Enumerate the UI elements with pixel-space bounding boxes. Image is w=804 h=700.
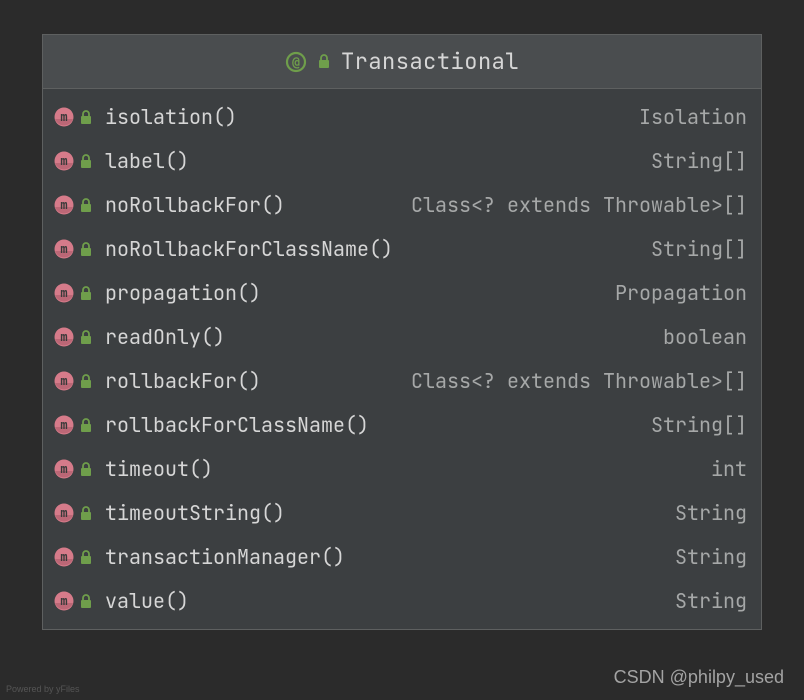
- method-icon: m: [53, 282, 75, 304]
- method-icons: m: [53, 106, 105, 128]
- method-icons: m: [53, 194, 105, 216]
- method-icons: m: [53, 590, 105, 612]
- lock-icon: [79, 198, 93, 213]
- method-row[interactable]: m rollbackForClassName() String[]: [43, 403, 761, 447]
- lock-icon: [79, 550, 93, 565]
- method-icon: m: [53, 414, 75, 436]
- return-type: String: [663, 588, 747, 614]
- svg-text:m: m: [60, 242, 67, 256]
- lock-icon: [79, 154, 93, 169]
- return-type: String[]: [639, 148, 747, 174]
- method-name: noRollbackForClassName(): [105, 236, 393, 262]
- svg-text:m: m: [60, 154, 67, 168]
- method-name: propagation(): [105, 280, 261, 306]
- method-row[interactable]: m transactionManager() String: [43, 535, 761, 579]
- svg-text:m: m: [60, 594, 67, 608]
- method-icon: m: [53, 458, 75, 480]
- method-icons: m: [53, 238, 105, 260]
- return-type: Isolation: [627, 104, 747, 130]
- method-icon: m: [53, 370, 75, 392]
- method-icons: m: [53, 546, 105, 568]
- method-row[interactable]: m noRollbackFor() Class<? extends Throwab…: [43, 183, 761, 227]
- method-name: timeoutString(): [105, 500, 285, 526]
- return-type: String[]: [639, 236, 747, 262]
- svg-text:m: m: [60, 462, 67, 476]
- lock-icon: [79, 330, 93, 345]
- lock-icon: [79, 110, 93, 125]
- method-icons: m: [53, 370, 105, 392]
- method-list: m isolation() Isolation m label() String[]…: [43, 89, 761, 629]
- lock-icon: [79, 594, 93, 609]
- svg-text:@: @: [292, 55, 300, 70]
- method-icon: m: [53, 106, 75, 128]
- method-icons: m: [53, 282, 105, 304]
- method-name: readOnly(): [105, 324, 225, 350]
- method-row[interactable]: m noRollbackForClassName() String[]: [43, 227, 761, 271]
- method-icons: m: [53, 414, 105, 436]
- method-icon: m: [53, 502, 75, 524]
- method-row[interactable]: m readOnly() boolean: [43, 315, 761, 359]
- method-row[interactable]: m isolation() Isolation: [43, 95, 761, 139]
- svg-text:m: m: [60, 330, 67, 344]
- method-icon: m: [53, 150, 75, 172]
- method-icons: m: [53, 150, 105, 172]
- method-icons: m: [53, 458, 105, 480]
- method-row[interactable]: m timeoutString() String: [43, 491, 761, 535]
- powered-by-label: Powered by yFiles: [6, 684, 80, 694]
- method-icons: m: [53, 502, 105, 524]
- lock-icon: [79, 462, 93, 477]
- method-row[interactable]: m timeout() int: [43, 447, 761, 491]
- return-type: Class<? extends Throwable>[]: [399, 192, 747, 218]
- panel-header: @ Transactional: [43, 35, 761, 89]
- svg-text:m: m: [60, 418, 67, 432]
- method-name: value(): [105, 588, 189, 614]
- svg-text:m: m: [60, 506, 67, 520]
- return-type: Class<? extends Throwable>[]: [399, 368, 747, 394]
- method-icon: m: [53, 194, 75, 216]
- return-type: Propagation: [603, 280, 747, 306]
- method-name: transactionManager(): [105, 544, 345, 570]
- method-name: label(): [105, 148, 189, 174]
- return-type: boolean: [651, 324, 747, 350]
- class-title: Transactional: [341, 47, 519, 76]
- annotation-icon: @: [285, 51, 307, 73]
- method-row[interactable]: m value() String: [43, 579, 761, 623]
- method-icon: m: [53, 326, 75, 348]
- method-name: rollbackFor(): [105, 368, 261, 394]
- method-name: noRollbackFor(): [105, 192, 285, 218]
- return-type: String: [663, 544, 747, 570]
- method-icons: m: [53, 326, 105, 348]
- method-icon: m: [53, 546, 75, 568]
- return-type: String[]: [639, 412, 747, 438]
- lock-icon: [79, 286, 93, 301]
- watermark-label: CSDN @philpy_used: [614, 667, 784, 688]
- svg-text:m: m: [60, 198, 67, 212]
- method-name: isolation(): [105, 104, 237, 130]
- lock-icon: [79, 242, 93, 257]
- svg-text:m: m: [60, 286, 67, 300]
- method-icon: m: [53, 590, 75, 612]
- lock-icon: [317, 54, 331, 69]
- method-name: rollbackForClassName(): [105, 412, 369, 438]
- class-diagram-panel: @ Transactional m isolation() Isolation m…: [42, 34, 762, 630]
- method-row[interactable]: m propagation() Propagation: [43, 271, 761, 315]
- lock-icon: [79, 418, 93, 433]
- method-icon: m: [53, 238, 75, 260]
- return-type: String: [663, 500, 747, 526]
- svg-text:m: m: [60, 374, 67, 388]
- method-row[interactable]: m rollbackFor() Class<? extends Throwable…: [43, 359, 761, 403]
- return-type: int: [699, 456, 747, 482]
- method-row[interactable]: m label() String[]: [43, 139, 761, 183]
- svg-text:m: m: [60, 110, 67, 124]
- svg-text:m: m: [60, 550, 67, 564]
- lock-icon: [79, 374, 93, 389]
- method-name: timeout(): [105, 456, 213, 482]
- lock-icon: [79, 506, 93, 521]
